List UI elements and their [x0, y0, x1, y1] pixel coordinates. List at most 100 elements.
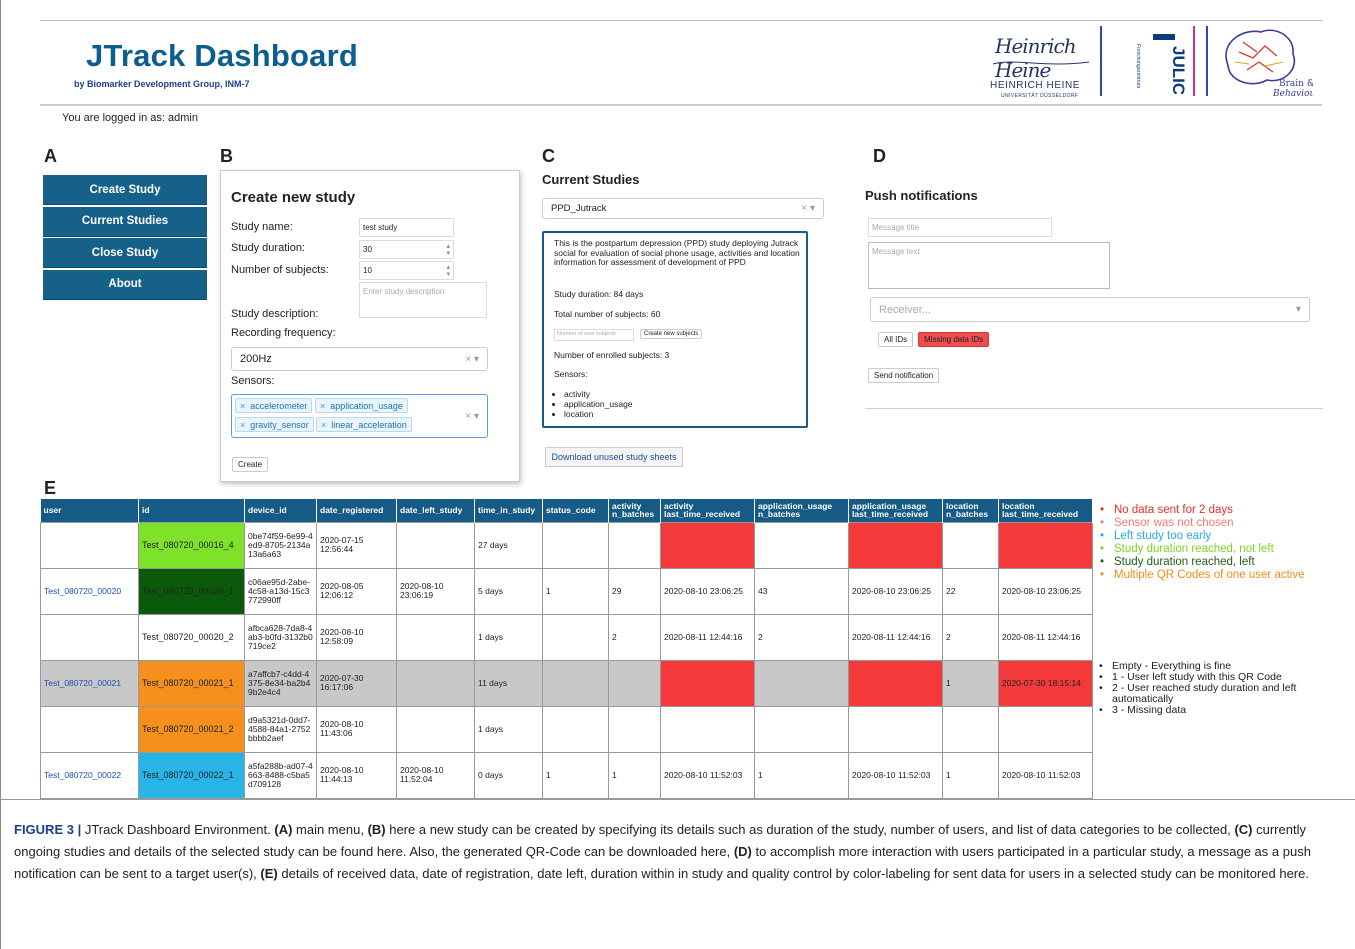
table-row[interactable]: Test_080720_00016_4 0be74f59-6e99-4ed9-87… [40, 521, 1093, 569]
sensors-text: Sensors: [554, 369, 588, 379]
table-cell [396, 521, 475, 569]
study-name-label: Study name: [231, 221, 293, 233]
caption-rule [0, 799, 1355, 800]
table-cell: 0 days [474, 751, 543, 799]
create-new-subjects-button[interactable]: Create new subjects [640, 329, 703, 339]
table-cell: 1 [942, 751, 999, 799]
message-title-input[interactable]: Message title [868, 218, 1052, 237]
panel-letter-d: D [873, 146, 886, 166]
table-cell [542, 521, 609, 569]
dashboard-subtitle: by Biomarker Development Group, INM-7 [74, 79, 250, 89]
study-select[interactable]: PPD_Jutrack × ▾ [542, 198, 824, 219]
legend-item: • Study duration reached, not left [1100, 543, 1304, 555]
table-cell [660, 521, 755, 569]
stepper-icon[interactable]: ▴ ▾ [446, 264, 450, 278]
table-row[interactable]: Test_080720_00020 Test_080720_00020_1 c06a… [40, 567, 1093, 615]
subjects-input[interactable]: 10 ▴ ▾ [359, 261, 454, 280]
remove-tag-icon[interactable]: × [320, 401, 325, 411]
main-menu: Create Study Current Studies Close Study… [43, 175, 207, 301]
bullet-icon: • [1099, 682, 1103, 694]
table-cell [848, 521, 943, 569]
current-studies-title: Current Studies [542, 172, 640, 187]
menu-close-study[interactable]: Close Study [43, 238, 207, 268]
sensor-tag[interactable]: × accelerometer [235, 398, 313, 413]
stepper-icon[interactable]: ▴ ▾ [446, 243, 450, 257]
table-cell: 1 [608, 751, 661, 799]
sensor-tag[interactable]: × application_usage [315, 398, 408, 413]
download-sheets-button[interactable]: Download unused study sheets [545, 447, 683, 467]
table-cell: 2020-08-10 11:52:03 [998, 751, 1093, 799]
table-cell [542, 659, 609, 707]
status-code-item: • 3 - Missing data [1099, 705, 1324, 716]
legend-label: Left study too early [1114, 530, 1212, 542]
table-cell [848, 659, 943, 707]
juelich-name: JÜLICH [1169, 46, 1185, 94]
table-cell [396, 613, 475, 661]
frequency-select[interactable]: 200Hz × ▾ [231, 347, 488, 371]
receiver-placeholder: Receiver... [879, 303, 931, 316]
chevron-down-icon[interactable]: ▾ [1296, 304, 1301, 315]
table-cell: Test_080720_00021_2 [138, 705, 245, 753]
legend-item: • Multiple QR Codes of one user active [1100, 569, 1304, 581]
table-cell [396, 705, 475, 753]
table-cell: 1 [942, 659, 999, 707]
new-subjects-input[interactable]: Number of new subjects [554, 329, 634, 341]
bullet-icon: • [1100, 569, 1105, 581]
column-header: location last_time_received [998, 499, 1093, 522]
panel-letter-b: B [220, 146, 233, 166]
clear-chevron-icon[interactable]: × ▾ [801, 203, 815, 214]
all-ids-button[interactable]: All IDs [878, 332, 914, 347]
table-cell: Test_080720_00022 [40, 751, 139, 799]
menu-about[interactable]: About [43, 269, 207, 300]
table-cell: Test_080720_00016_4 [138, 521, 245, 569]
caption-ref: (B) [367, 822, 386, 837]
study-description-input[interactable]: Enter study description [359, 282, 487, 318]
study-duration-label: Study duration: [231, 242, 305, 254]
signature-flourish-icon [992, 61, 1090, 65]
caption-ref: (C) [1234, 822, 1253, 837]
sensor-tag-label: gravity_sensor [250, 419, 309, 430]
remove-tag-icon[interactable]: × [240, 420, 245, 430]
table-row[interactable]: Test_080720_00022 Test_080720_00022_1 a5fa… [40, 751, 1093, 799]
table-cell: 1 days [474, 613, 543, 661]
clear-chevron-icon[interactable]: × ▾ [465, 411, 479, 422]
study-duration-input[interactable]: 30 ▴ ▾ [359, 240, 454, 259]
table-cell [998, 521, 1093, 569]
legend-item: • Left study too early [1100, 530, 1304, 542]
column-header: activity last_time_received [660, 499, 755, 522]
status-code-label: 2 - User reached study duration and left… [1112, 682, 1297, 705]
column-header: user [40, 499, 139, 522]
table-cell: 2020-08-10 23:06:19 [396, 567, 475, 615]
table-row[interactable]: Test_080720_00021_2 d9a5321d-0dd7-4588-84… [40, 705, 1093, 753]
menu-current-studies[interactable]: Current Studies [43, 206, 207, 237]
table-row[interactable]: Test_080720_00021 Test_080720_00021_1 a7af… [40, 659, 1093, 707]
caption-text: JTrack Dashboard Environment. [81, 822, 275, 837]
table-cell: 2 [754, 613, 849, 661]
table-cell: 2020-08-10 11:52:03 [660, 751, 755, 799]
column-header: id [138, 499, 245, 522]
table-cell: d9a5321d-0dd7-4588-84a1-2752bbbb2aef [244, 705, 317, 753]
menu-create-study[interactable]: Create Study [43, 175, 207, 205]
table-cell: 2020-08-11 12:44:16 [660, 613, 755, 661]
receiver-select[interactable]: Receiver... ▾ [870, 297, 1310, 322]
frequency-value: 200Hz [240, 353, 272, 365]
table-cell: 27 days [474, 521, 543, 569]
bullet-icon: • [1100, 530, 1105, 542]
remove-tag-icon[interactable]: × [240, 401, 245, 411]
table-cell: 2 [942, 613, 999, 661]
table-cell: 29 [608, 567, 661, 615]
table-header-row: user id device_id date_registered date_left_… [40, 499, 1093, 522]
missing-ids-button[interactable]: Missing data IDs [918, 332, 990, 347]
remove-tag-icon[interactable]: × [321, 420, 326, 430]
send-notification-button[interactable]: Send notification [868, 368, 940, 383]
sensor-tag[interactable]: × linear_acceleration [316, 417, 412, 432]
clear-chevron-icon[interactable]: × ▾ [465, 354, 479, 365]
sensor-tag[interactable]: × gravity_sensor [235, 417, 314, 432]
table-row[interactable]: Test_080720_00020_2 afbca628-7da8-4ab3-b0… [40, 613, 1093, 661]
study-name-input[interactable]: test study [359, 218, 454, 237]
list-item: location [564, 409, 633, 419]
legend-item: • Study duration reached, left [1100, 556, 1304, 568]
message-text-input[interactable]: Message text [868, 242, 1110, 289]
create-button[interactable]: Create [232, 457, 269, 472]
table-cell: 2020-08-10 12:58:09 [316, 613, 397, 661]
